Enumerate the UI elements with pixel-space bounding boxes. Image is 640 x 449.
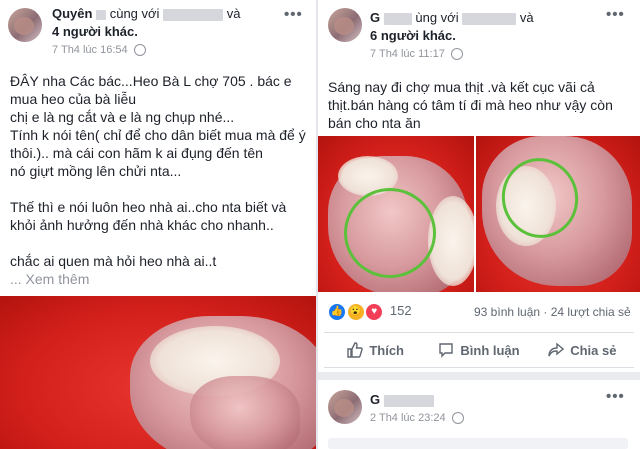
share-icon [548,342,565,357]
redacted-blur [462,12,517,25]
highlight-circle [344,188,436,278]
text-line: thôi.).. mà cái con hãm k ai đụng đến tê… [10,145,263,161]
globe-icon [133,44,146,57]
text-line: chắc ai quen mà hỏi heo nhà ai..t [10,253,217,269]
post-timestamp[interactable]: 2 Th4 lúc 23:24 [370,412,464,425]
author-avatar[interactable] [8,8,42,42]
author-line: G [370,392,434,407]
comment-count[interactable]: 93 bình luận [474,305,540,319]
share-button[interactable]: Chia sẻ [531,333,634,367]
globe-icon [450,48,463,61]
post-photo-1[interactable] [318,136,474,292]
like-button[interactable]: Thích [324,333,427,367]
author-line: Quyên cùng với và [52,6,240,21]
action-bar: Thích Bình luận Chia sẻ [324,332,634,368]
redacted-blur [96,9,107,20]
post-timestamp[interactable]: 7 Th4 lúc 11:17 [370,48,463,61]
with-text: ùng với [415,10,459,25]
timestamp-text: 7 Th4 lúc 16:54 [52,44,128,56]
post-text: Sáng nay đi chợ mua thịt .và kết cục vãi… [328,78,613,132]
text-line: Sáng nay đi chợ mua thịt .và kết cục vãi… [328,79,595,95]
text-line: Thế thì e nói luôn heo nhà ai..cho nta b… [10,199,287,215]
post-photo[interactable] [0,296,316,449]
thumbs-up-icon [347,342,364,358]
post-timestamp[interactable]: 7 Th4 lúc 16:54 [52,44,146,57]
timestamp-text: 7 Th4 lúc 11:17 [370,48,445,60]
redacted-blur [163,8,224,21]
share-count[interactable]: · 24 lượt chia sẻ [543,305,630,319]
text-line: chị e là ng cắt và e là ng chụp nhé... [10,109,235,125]
author-avatar[interactable] [328,8,362,42]
and-text: và [226,6,241,21]
reaction-summary[interactable]: 👍 😮 ♥ 152 [328,303,412,321]
post-separator [318,372,640,380]
post-content-preview [328,438,628,449]
text-line: nó giựt mồng lên chửi nta... [10,163,182,179]
like-icon: 👍 [328,303,346,321]
text-line: khỏi ảnh hưởng đến nhà khác cho nhanh.. [10,217,274,233]
post-menu-icon[interactable]: ••• [606,388,625,405]
wow-icon: 😮 [346,303,365,321]
with-text: cùng với [109,6,160,21]
author-line: G ùng với và [370,10,534,25]
author-avatar[interactable] [328,390,362,424]
author-name[interactable]: Quyên [52,6,92,21]
redacted-blur [383,12,412,25]
text-line: thịt.bán hàng có tâm tí đi mà heo như vậ… [328,97,613,113]
redacted-blur [383,394,434,407]
others-link[interactable]: 6 người khác. [370,28,456,43]
like-label: Thích [369,342,404,358]
globe-icon [451,412,464,425]
engagement-stats: 93 bình luận · 24 lượt chia sẻ [474,305,631,319]
text-line: Tính k nói tên( chỉ để cho dân biết mua … [10,127,306,143]
text-line: ĐÂY nha Các bác...Heo Bà L chợ 705 . bác… [10,73,292,89]
comment-button[interactable]: Bình luận [427,333,530,367]
share-label: Chia sẻ [570,342,617,358]
reaction-count: 152 [389,303,412,319]
others-line: 4 người khác. [52,24,138,39]
author-name[interactable]: G [370,10,380,25]
author-name[interactable]: G [370,392,380,407]
text-line: mua heo của bà liễu [10,91,137,107]
post-photo-2[interactable] [476,136,640,292]
and-text: và [519,10,534,25]
timestamp-text: 2 Th4 lúc 23:24 [370,412,446,424]
text-line: bán cho nta ăn [328,115,421,131]
post-menu-icon[interactable]: ••• [284,6,303,23]
comment-icon [439,343,454,358]
others-link[interactable]: 4 người khác. [52,24,138,39]
left-post: Quyên cùng với và 4 người khác. 7 Th4 lú… [0,0,316,449]
right-post: G ùng với và 6 người khác. 7 Th4 lúc 11:… [318,0,640,449]
post-text: ĐÂY nha Các bác...Heo Bà L chợ 705 . bác… [10,72,306,288]
see-more-link[interactable]: ... Xem thêm [10,270,306,288]
others-line: 6 người khác. [370,28,456,43]
love-icon: ♥ [365,303,384,321]
post-menu-icon[interactable]: ••• [606,6,625,23]
comment-label: Bình luận [460,342,520,358]
